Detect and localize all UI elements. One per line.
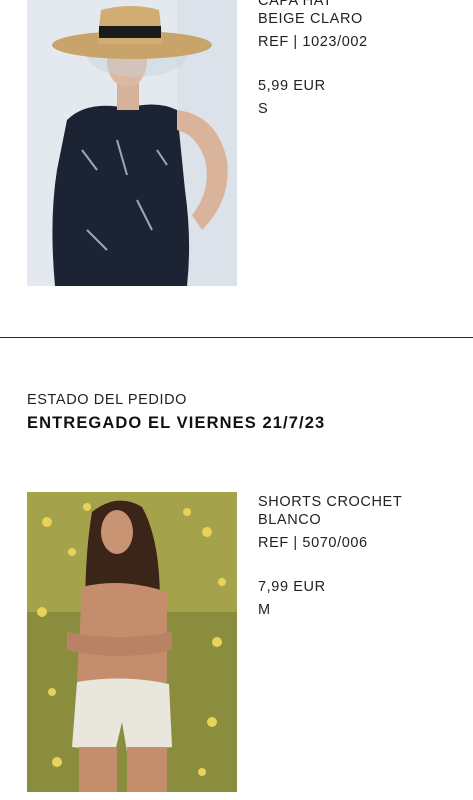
product-name-line2[interactable]: BLANCO <box>258 511 458 529</box>
product-image-hat[interactable] <box>27 0 237 286</box>
product-price: 5,99 EUR <box>258 78 326 94</box>
product-image-shorts[interactable] <box>27 492 237 792</box>
product-ref: REF | 1023/002 <box>258 34 368 50</box>
product-name-line1[interactable]: SHORTS CROCHET <box>258 493 458 511</box>
hat-model-photo <box>27 0 237 286</box>
product-size: M <box>258 602 271 618</box>
order-status-label: ESTADO DEL PEDIDO <box>27 392 188 408</box>
product-color: BEIGE CLARO <box>258 11 363 27</box>
product-info-hat: CAPA HAT BEIGE CLARO REF | 1023/002 5,99… <box>258 0 458 118</box>
product-size: S <box>258 101 269 117</box>
section-divider <box>0 337 473 338</box>
product-info-shorts: SHORTS CROCHET BLANCO REF | 5070/006 7,9… <box>258 493 458 619</box>
product-name[interactable]: CAPA HAT <box>258 0 458 10</box>
shorts-model-photo <box>27 492 237 792</box>
product-price: 7,99 EUR <box>258 579 326 595</box>
order-detail-page: CAPA HAT BEIGE CLARO REF | 1023/002 5,99… <box>0 0 473 800</box>
order-status-value: ENTREGADO EL VIERNES 21/7/23 <box>27 414 326 432</box>
product-ref: REF | 5070/006 <box>258 535 368 551</box>
